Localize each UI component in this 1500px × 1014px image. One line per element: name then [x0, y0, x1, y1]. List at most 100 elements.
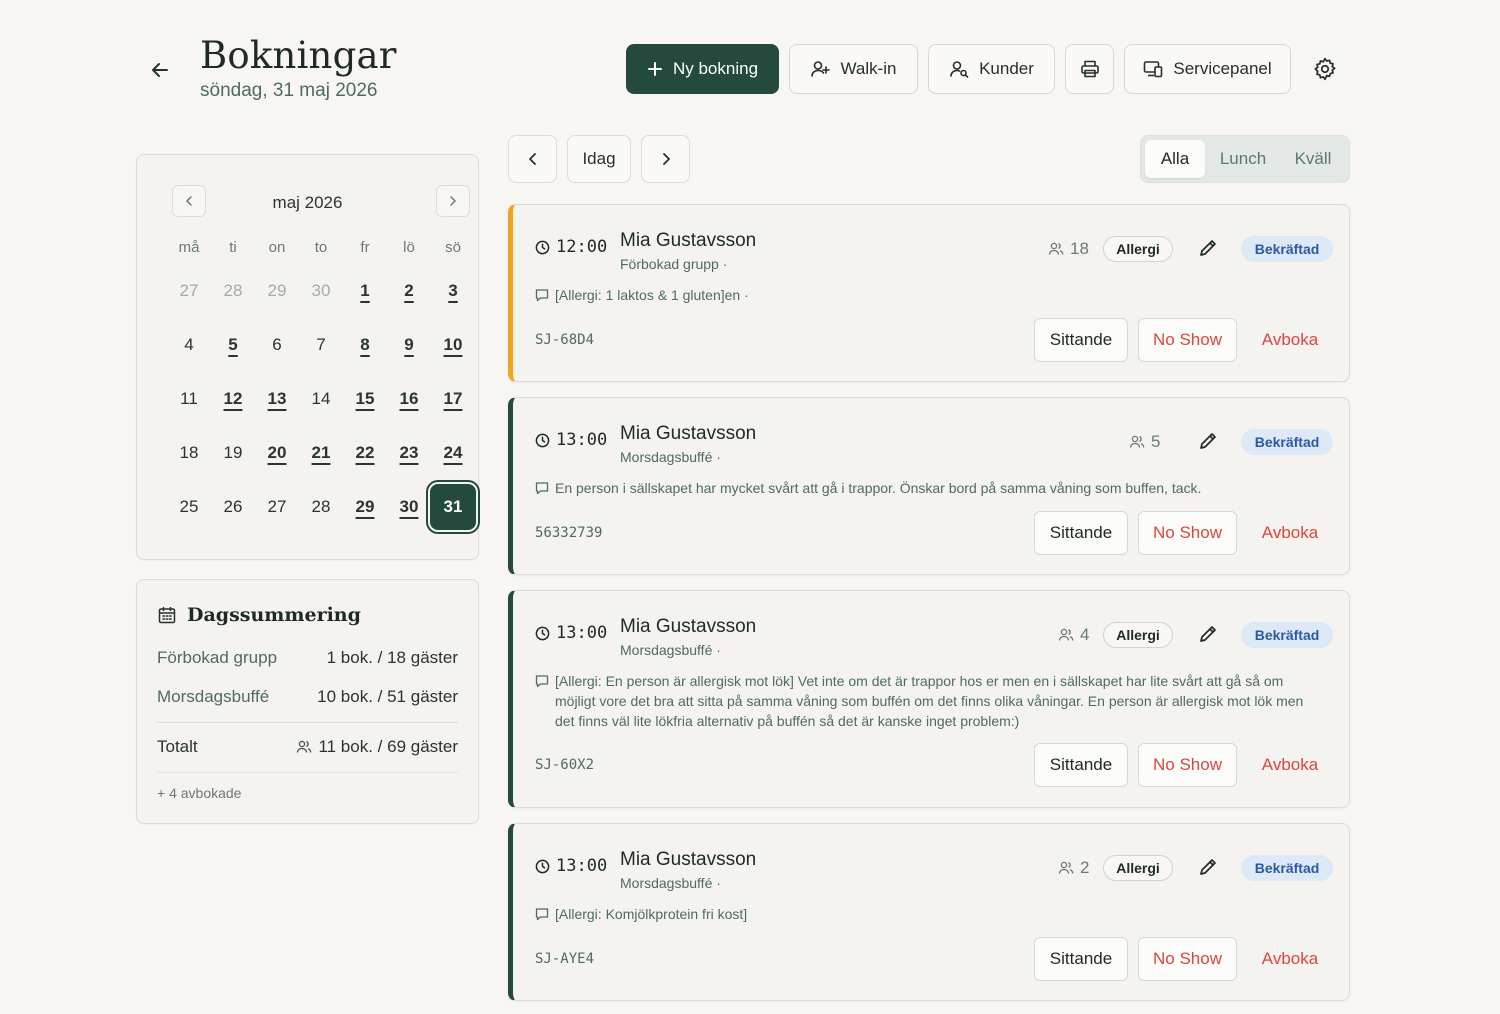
calendar-day[interactable]: 13 — [255, 377, 299, 421]
users-icon — [1058, 861, 1074, 874]
cancel-booking-button[interactable]: Avboka — [1247, 937, 1333, 981]
calendar-day[interactable]: 30 — [299, 269, 343, 313]
calendar-day-number: 31 — [443, 497, 463, 516]
calendar-day-number: 23 — [399, 443, 419, 462]
calendar-day[interactable]: 25 — [167, 485, 211, 529]
guest-name: Mia Gustavsson — [620, 849, 757, 870]
calendar-day[interactable]: 8 — [343, 323, 387, 367]
filter-lunch[interactable]: Lunch — [1209, 140, 1277, 178]
pencil-icon — [1200, 859, 1216, 875]
calendar-day[interactable]: 28 — [299, 485, 343, 529]
calendar-day[interactable]: 14 — [299, 377, 343, 421]
seated-button[interactable]: Sittande — [1034, 937, 1128, 981]
back-button[interactable] — [146, 56, 174, 84]
prev-day-button[interactable] — [508, 135, 557, 183]
calendar-day[interactable]: 9 — [387, 323, 431, 367]
calendar-day[interactable]: 12 — [211, 377, 255, 421]
calendar-day[interactable]: 4 — [167, 323, 211, 367]
calendar-day[interactable]: 29 — [343, 485, 387, 529]
calendar-day-number: 8 — [360, 335, 370, 354]
calendar-day-number: 27 — [267, 497, 287, 516]
users-icon — [1058, 628, 1074, 641]
next-month-button[interactable] — [436, 185, 470, 217]
calendar-day[interactable]: 22 — [343, 431, 387, 475]
no-show-button[interactable]: No Show — [1138, 743, 1237, 787]
walk-in-button[interactable]: Walk-in — [789, 44, 918, 94]
calendar-day-number: 30 — [311, 281, 331, 300]
cancel-booking-button[interactable]: Avboka — [1247, 318, 1333, 362]
plus-icon — [647, 62, 662, 76]
calendar-day[interactable]: 1 — [343, 269, 387, 313]
cancel-booking-button[interactable]: Avboka — [1247, 511, 1333, 555]
booking-time-text: 12:00 — [556, 237, 608, 257]
calendar-day[interactable]: 19 — [211, 431, 255, 475]
today-button[interactable]: Idag — [567, 135, 631, 183]
calendar-day-number: 13 — [267, 389, 287, 408]
calendar-day[interactable]: 24 — [431, 431, 475, 475]
calendar-day[interactable]: 7 — [299, 323, 343, 367]
calendar-day[interactable]: 15 — [343, 377, 387, 421]
booking-note: En person i sällskapet har mycket svårt … — [535, 478, 1319, 498]
edit-booking-button[interactable] — [1197, 430, 1221, 454]
no-show-button[interactable]: No Show — [1138, 511, 1237, 555]
calendar-day[interactable]: 2 — [387, 269, 431, 313]
calendar-day-number: 20 — [267, 443, 287, 462]
new-booking-button[interactable]: Ny bokning — [626, 44, 779, 94]
calendar-day-number: 25 — [179, 497, 199, 516]
print-button[interactable] — [1065, 44, 1114, 94]
calendar-day[interactable]: 10 — [431, 323, 475, 367]
calendar-day[interactable]: 27 — [167, 269, 211, 313]
service-panel-button[interactable]: Servicepanel — [1124, 44, 1291, 94]
calendar-day[interactable]: 16 — [387, 377, 431, 421]
filter-dinner[interactable]: Kväll — [1279, 140, 1347, 178]
settings-button[interactable] — [1312, 56, 1338, 82]
guest-count-number: 2 — [1080, 858, 1090, 877]
calendar-day-selected[interactable]: 31 — [430, 484, 476, 530]
edit-booking-button[interactable] — [1197, 623, 1221, 647]
calendar-day[interactable]: 21 — [299, 431, 343, 475]
calendar-day[interactable]: 27 — [255, 485, 299, 529]
seated-button[interactable]: Sittande — [1034, 511, 1128, 555]
calendar-day[interactable]: 6 — [255, 323, 299, 367]
booking-card[interactable]: 13:00 Mia Gustavsson Morsdagsbuffé · 4 Aller… — [508, 590, 1350, 808]
booking-card[interactable]: 13:00 Mia Gustavsson Morsdagsbuffé · 2 Aller… — [508, 823, 1350, 1001]
booking-type: Morsdagsbuffé · — [620, 642, 721, 658]
calendar-day[interactable]: 11 — [167, 377, 211, 421]
edit-booking-button[interactable] — [1197, 237, 1221, 261]
no-show-button[interactable]: No Show — [1138, 318, 1237, 362]
calendar-day-number: 11 — [180, 389, 198, 408]
printer-icon — [1080, 60, 1099, 78]
day-summary: Dagssummering Förbokad grupp 1 bok. / 18… — [136, 579, 479, 824]
calendar-day[interactable]: 5 — [211, 323, 255, 367]
calendar-day[interactable]: 17 — [431, 377, 475, 421]
customers-button[interactable]: Kunder — [928, 44, 1055, 94]
seated-button[interactable]: Sittande — [1034, 743, 1128, 787]
calendar-day[interactable]: 26 — [211, 485, 255, 529]
calendar-day-number: 29 — [267, 281, 287, 300]
calendar-day[interactable]: 29 — [255, 269, 299, 313]
user-search-icon — [950, 61, 969, 78]
edit-booking-button[interactable] — [1197, 856, 1221, 880]
gear-icon — [1314, 57, 1336, 81]
calendar-day[interactable]: 30 — [387, 485, 431, 529]
calendar-day[interactable]: 23 — [387, 431, 431, 475]
cancel-booking-button[interactable]: Avboka — [1247, 743, 1333, 787]
no-show-button[interactable]: No Show — [1138, 937, 1237, 981]
next-day-button[interactable] — [641, 135, 690, 183]
seated-button[interactable]: Sittande — [1034, 318, 1128, 362]
weekday-label: fr — [360, 239, 370, 256]
booking-card[interactable]: 12:00 Mia Gustavsson Förbokad grupp · 18 All… — [508, 204, 1350, 382]
status-badge: Bekräftad — [1241, 622, 1333, 648]
guest-count-number: 4 — [1080, 625, 1090, 644]
filter-all[interactable]: Alla — [1145, 140, 1205, 178]
calendar-day[interactable]: 20 — [255, 431, 299, 475]
calendar-day[interactable]: 18 — [167, 431, 211, 475]
calendar-day[interactable]: 3 — [431, 269, 475, 313]
booking-code: SJ-AYE4 — [535, 951, 595, 967]
calendar-day[interactable]: 28 — [211, 269, 255, 313]
calendar-day-number: 9 — [404, 335, 414, 354]
booking-card[interactable]: 13:00 Mia Gustavsson Morsdagsbuffé · 5 Bekrä… — [508, 397, 1350, 575]
status-badge: Bekräftad — [1241, 236, 1333, 262]
booking-time-text: 13:00 — [556, 430, 608, 450]
user-plus-icon — [811, 61, 831, 77]
